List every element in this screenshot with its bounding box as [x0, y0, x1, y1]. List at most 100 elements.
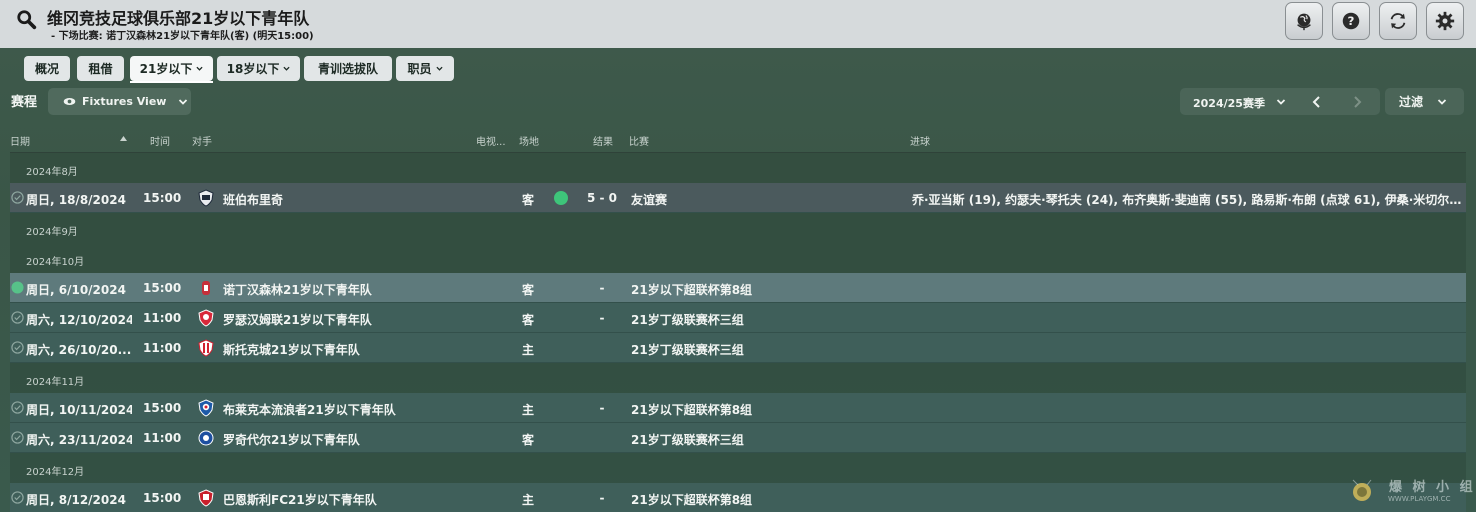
match-date: 周日, 6/10/2024 — [26, 283, 126, 297]
check-circle-icon — [11, 401, 24, 414]
table-row[interactable]: 周六, 26/10/20... 11:00 斯托克城21岁以下青年队 主 21岁… — [10, 333, 1466, 363]
gear-icon — [1435, 11, 1455, 31]
active-tab-indicator — [130, 81, 213, 83]
match-result[interactable]: - — [580, 401, 624, 415]
column-header-opponent[interactable]: 对手 — [192, 133, 212, 148]
filter-button[interactable]: 过滤 — [1385, 88, 1464, 115]
match-date: 周日, 18/8/2024 — [26, 193, 126, 207]
check-circle-icon — [11, 491, 24, 504]
table-row[interactable]: 周日, 6/10/2024 15:00 诺丁汉森林21岁以下青年队 客 - 21… — [10, 273, 1466, 303]
table-row[interactable]: 周日, 10/11/2024 15:00 布莱克本流浪者21岁以下青年队 主 -… — [10, 393, 1466, 423]
match-venue: 主 — [522, 343, 535, 357]
month-group-header: 2024年8月 — [10, 153, 1466, 183]
match-time: 15:00 — [143, 401, 182, 415]
match-time: 15:00 — [143, 491, 182, 505]
match-competition[interactable]: 21岁以下超联杯第8组 — [631, 491, 752, 508]
match-competition[interactable]: 21岁丁级联赛杯三组 — [631, 341, 744, 358]
match-competition[interactable]: 21岁以下超联杯第8组 — [631, 281, 752, 298]
svg-text:?: ? — [1348, 14, 1355, 28]
settings-button[interactable] — [1426, 2, 1464, 40]
match-competition[interactable]: 21岁以下超联杯第8组 — [631, 401, 752, 418]
chevron-down-icon — [196, 66, 203, 71]
match-opponent[interactable]: 罗瑟汉姆联21岁以下青年队 — [223, 311, 372, 328]
month-group-header: 2024年10月 — [10, 243, 1466, 273]
match-opponent[interactable]: 斯托克城21岁以下青年队 — [223, 341, 360, 358]
column-header-result[interactable]: 结果 — [593, 133, 613, 148]
match-opponent[interactable]: 诺丁汉森林21岁以下青年队 — [223, 281, 372, 298]
tab-under-21[interactable]: 21岁以下 — [130, 56, 213, 81]
season-selector[interactable]: 2024/25赛季 — [1180, 88, 1380, 115]
club-crest-icon — [198, 489, 214, 507]
view-selector-button[interactable]: Fixtures View — [48, 88, 191, 115]
month-group-header: 2024年12月 — [10, 453, 1466, 483]
help-button[interactable]: ? — [1332, 2, 1370, 40]
match-time: 15:00 — [143, 191, 182, 205]
match-opponent[interactable]: 罗奇代尔21岁以下青年队 — [223, 431, 360, 448]
match-competition[interactable]: 21岁丁级联赛杯三组 — [631, 311, 744, 328]
match-date: 周六, 12/10/2024 — [26, 313, 132, 327]
season-label: 2024/25赛季 — [1193, 97, 1265, 110]
match-opponent[interactable]: 巴恩斯利FC21岁以下青年队 — [223, 491, 377, 508]
match-competition[interactable]: 21岁丁级联赛杯三组 — [631, 431, 744, 448]
table-row[interactable]: 周日, 8/12/2024 15:00 巴恩斯利FC21岁以下青年队 主 - 2… — [10, 483, 1466, 512]
section-title: 赛程 — [11, 95, 38, 110]
tab-loans[interactable]: 租借 — [77, 56, 124, 81]
match-date: 周日, 8/12/2024 — [26, 493, 126, 507]
club-crest-icon — [198, 339, 214, 357]
check-circle-icon — [11, 191, 24, 204]
tab-staff[interactable]: 职员 — [396, 56, 454, 81]
match-opponent[interactable]: 布莱克本流浪者21岁以下青年队 — [223, 401, 396, 418]
match-scorers: 乔·亚当斯 (19), 约瑟夫·琴托夫 (24), 布齐奥斯·斐迪南 (55),… — [912, 193, 1464, 207]
search-icon[interactable] — [16, 9, 38, 31]
month-label: 2024年9月 — [26, 227, 78, 238]
next-match-info[interactable]: - 下场比赛: 诺丁汉森林21岁以下青年队(客) (明天15:00) — [51, 27, 314, 42]
month-label: 2024年12月 — [26, 467, 85, 478]
globe-icon — [1297, 13, 1311, 31]
refresh-button[interactable] — [1379, 2, 1417, 40]
table-row[interactable]: 周六, 12/10/2024 11:00 罗瑟汉姆联21岁以下青年队 客 - 2… — [10, 303, 1466, 333]
match-venue: 主 — [522, 403, 535, 417]
check-circle-icon — [11, 311, 24, 324]
column-header-date[interactable]: 日期 — [10, 133, 30, 148]
month-group-header: 2024年11月 — [10, 363, 1466, 393]
match-result[interactable]: 5 - 0 — [580, 191, 624, 205]
match-result[interactable]: - — [580, 311, 624, 325]
match-venue: 客 — [522, 313, 535, 327]
column-header-time[interactable]: 时间 — [150, 133, 170, 148]
month-label: 2024年10月 — [26, 257, 85, 268]
match-result[interactable]: - — [580, 281, 624, 295]
title-bar: 维冈竞技足球俱乐部21岁以下青年队 - 下场比赛: 诺丁汉森林21岁以下青年队(… — [0, 0, 1476, 48]
column-header-goals[interactable]: 进球 — [910, 133, 930, 148]
column-header-competition[interactable]: 比赛 — [629, 133, 649, 148]
club-crest-icon — [198, 399, 214, 417]
column-header-tv[interactable]: 电视... — [476, 133, 506, 148]
tab-label: 职员 — [407, 62, 432, 76]
match-venue: 客 — [522, 193, 535, 207]
month-label: 2024年11月 — [26, 377, 85, 388]
tab-overview[interactable]: 概况 — [24, 56, 70, 81]
table-row[interactable]: 周日, 18/8/2024 15:00 班伯布里奇 客 5 - 0 友谊赛 乔·… — [10, 183, 1466, 213]
tab-under-18[interactable]: 18岁以下 — [217, 56, 300, 81]
match-opponent[interactable]: 班伯布里奇 — [223, 191, 283, 208]
match-competition[interactable]: 友谊赛 — [631, 191, 667, 208]
tab-youth-intake[interactable]: 青训选拔队 — [304, 56, 392, 81]
refresh-icon — [1390, 13, 1406, 29]
match-venue: 客 — [522, 283, 535, 297]
club-crest-icon — [202, 281, 210, 295]
match-time: 11:00 — [143, 311, 182, 325]
match-result[interactable]: - — [580, 491, 624, 505]
win-indicator — [554, 191, 568, 205]
chevron-right-icon[interactable] — [1348, 93, 1366, 111]
watermark-text: 爆 树 小 组 — [1389, 480, 1476, 495]
tab-label: 18岁以下 — [226, 62, 280, 76]
table-row[interactable]: 周六, 23/11/2024 11:00 罗奇代尔21岁以下青年队 客 21岁丁… — [10, 423, 1466, 453]
club-crest-icon — [198, 189, 214, 207]
globe-button[interactable] — [1285, 2, 1323, 40]
match-venue: 客 — [522, 433, 535, 447]
chevron-down-icon — [179, 98, 188, 105]
club-crest-icon — [198, 430, 214, 446]
page-title: 维冈竞技足球俱乐部21岁以下青年队 — [47, 9, 310, 28]
chevron-left-icon[interactable] — [1308, 93, 1326, 111]
column-header-venue[interactable]: 场地 — [519, 133, 539, 148]
chevron-down-icon — [1437, 98, 1447, 105]
